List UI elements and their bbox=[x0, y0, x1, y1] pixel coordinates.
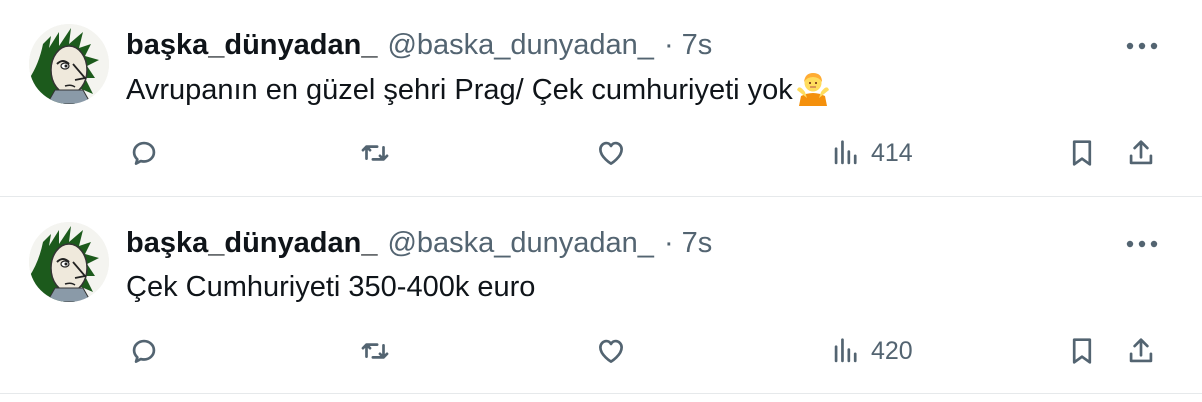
like-button[interactable] bbox=[594, 329, 628, 373]
person-shrugging-emoji bbox=[795, 70, 831, 106]
like-icon bbox=[599, 141, 623, 165]
timestamp[interactable]: 7s bbox=[682, 28, 713, 62]
avatar-image bbox=[29, 24, 109, 104]
user-handle[interactable]: @baska_dunyadan_ bbox=[387, 226, 653, 260]
tweet-header: başka_dünyadan_ @baska_dunyadan_ · 7s bbox=[126, 28, 712, 62]
reply-icon bbox=[132, 141, 156, 165]
share-button[interactable] bbox=[1124, 131, 1158, 175]
more-icon[interactable] bbox=[1122, 234, 1162, 254]
timeline-feed: başka_dünyadan_ @baska_dunyadan_ · 7s Av… bbox=[0, 0, 1202, 402]
bookmark-button[interactable] bbox=[1065, 131, 1099, 175]
bookmark-icon bbox=[1072, 140, 1092, 166]
reply-button[interactable] bbox=[127, 131, 161, 175]
bookmark-icon bbox=[1072, 338, 1092, 364]
bookmark-button[interactable] bbox=[1065, 329, 1099, 373]
tweet-actions: 420 bbox=[0, 329, 1202, 373]
separator: · bbox=[663, 227, 674, 259]
like-icon bbox=[599, 339, 623, 363]
share-icon bbox=[1129, 338, 1153, 363]
more-icon[interactable] bbox=[1122, 36, 1162, 56]
views-icon bbox=[834, 140, 857, 165]
views-icon bbox=[834, 338, 857, 363]
retweet-icon bbox=[361, 343, 389, 359]
reply-button[interactable] bbox=[127, 329, 161, 373]
timestamp[interactable]: 7s bbox=[682, 226, 713, 260]
like-button[interactable] bbox=[594, 131, 628, 175]
retweet-button[interactable] bbox=[358, 329, 392, 373]
user-handle[interactable]: @baska_dunyadan_ bbox=[387, 28, 653, 62]
share-button[interactable] bbox=[1124, 329, 1158, 373]
tweet-actions: 414 bbox=[0, 131, 1202, 175]
tweet[interactable]: başka_dünyadan_ @baska_dunyadan_ · 7s Av… bbox=[0, 0, 1202, 197]
retweet-icon bbox=[361, 145, 389, 161]
views-count: 420 bbox=[871, 336, 913, 365]
tweet-text: Avrupanın en güzel şehri Prag/ Çek cumhu… bbox=[126, 70, 831, 109]
tweet-text-content: Avrupanın en güzel şehri Prag/ Çek cumhu… bbox=[126, 74, 793, 106]
avatar[interactable] bbox=[29, 24, 109, 104]
tweet[interactable]: başka_dünyadan_ @baska_dunyadan_ · 7s Çe… bbox=[0, 198, 1202, 394]
display-name[interactable]: başka_dünyadan_ bbox=[126, 28, 377, 62]
views-button[interactable]: 420 bbox=[829, 329, 913, 373]
tweet-text: Çek Cumhuriyeti 350-400k euro bbox=[126, 268, 535, 306]
separator: · bbox=[663, 29, 674, 61]
avatar-image bbox=[29, 222, 109, 302]
tweet-header: başka_dünyadan_ @baska_dunyadan_ · 7s bbox=[126, 226, 712, 260]
tweet-text-content: Çek Cumhuriyeti 350-400k euro bbox=[126, 271, 536, 303]
share-icon bbox=[1129, 140, 1153, 165]
views-button[interactable]: 414 bbox=[829, 131, 913, 175]
display-name[interactable]: başka_dünyadan_ bbox=[126, 226, 377, 260]
avatar[interactable] bbox=[29, 222, 109, 302]
retweet-button[interactable] bbox=[358, 131, 392, 175]
views-count: 414 bbox=[871, 138, 913, 167]
reply-icon bbox=[132, 339, 156, 363]
